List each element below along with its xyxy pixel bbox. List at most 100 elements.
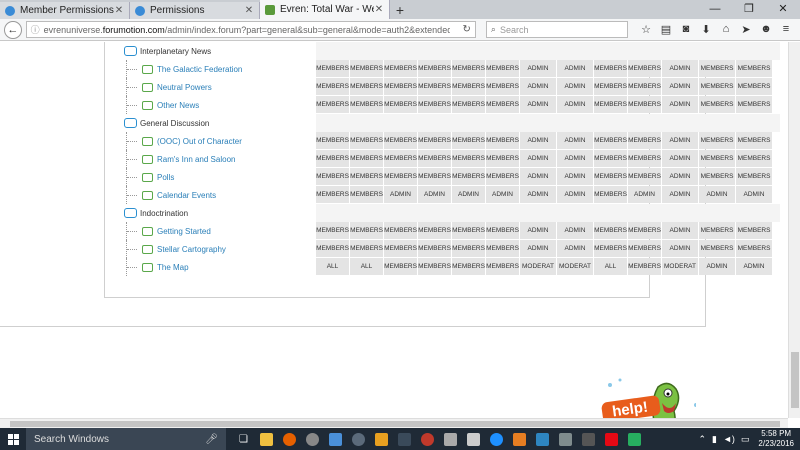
permission-cell[interactable]: MEMBERS	[350, 168, 384, 185]
tab-member-permissions[interactable]: Member Permissions ✕	[0, 2, 130, 19]
forum-link[interactable]: Other News	[157, 101, 317, 110]
permission-cell[interactable]: ADMIN	[628, 186, 662, 203]
filezilla-icon[interactable]	[577, 428, 600, 450]
permission-cell[interactable]: MEMBERS	[418, 168, 452, 185]
permission-cell[interactable]: MEMBERS	[350, 240, 384, 257]
permission-cell[interactable]: ADMIN	[662, 222, 699, 239]
forum-link[interactable]: The Galactic Federation	[157, 65, 317, 74]
vertical-scrollbar[interactable]	[788, 42, 800, 418]
permission-cell[interactable]: MEMBERS	[316, 96, 350, 113]
permission-cell[interactable]: ADMIN	[557, 150, 594, 167]
app-icon[interactable]	[623, 428, 646, 450]
start-button[interactable]	[0, 428, 26, 450]
permission-cell[interactable]: ADMIN	[736, 186, 773, 203]
app-icon[interactable]	[301, 428, 324, 450]
permission-cell[interactable]: MEMBERS	[594, 222, 628, 239]
permission-cell[interactable]: MEMBERS	[699, 132, 736, 149]
permission-cell[interactable]: MEMBERS	[486, 78, 520, 95]
app-icon[interactable]	[439, 428, 462, 450]
app-icon[interactable]	[393, 428, 416, 450]
taskbar-search[interactable]: Search Windows 🎤︎	[26, 428, 226, 450]
permission-cell[interactable]: MEMBERS	[736, 222, 773, 239]
scroll-thumb[interactable]	[791, 352, 799, 408]
permission-cell[interactable]: MEMBERS	[628, 132, 662, 149]
permission-cell[interactable]: MEMBERS	[486, 222, 520, 239]
network-icon[interactable]: ▮	[712, 434, 717, 445]
permission-cell[interactable]: MEMBERS	[628, 60, 662, 77]
permission-cell[interactable]: MEMBERS	[486, 96, 520, 113]
permission-cell[interactable]: MEMBERS	[628, 96, 662, 113]
permission-cell[interactable]: MEMBERS	[628, 222, 662, 239]
permission-cell[interactable]: MEMBERS	[736, 60, 773, 77]
permission-cell[interactable]: MEMBERS	[736, 132, 773, 149]
permission-cell[interactable]: MEMBERS	[384, 96, 418, 113]
permission-cell[interactable]: ADMIN	[557, 168, 594, 185]
help-mascot[interactable]: help!	[596, 377, 698, 418]
permission-cell[interactable]: MEMBERS	[316, 132, 350, 149]
permission-cell[interactable]: MODERAT	[557, 258, 594, 275]
forum-link[interactable]: Getting Started	[157, 227, 317, 236]
maximize-icon[interactable]: ❐	[732, 0, 766, 19]
permission-cell[interactable]: MEMBERS	[452, 96, 486, 113]
app-icon[interactable]	[554, 428, 577, 450]
permission-cell[interactable]: MEMBERS	[486, 132, 520, 149]
permission-cell[interactable]: ADMIN	[557, 186, 594, 203]
permission-cell[interactable]: MEMBERS	[699, 240, 736, 257]
permission-cell[interactable]: MEMBERS	[350, 132, 384, 149]
permission-cell[interactable]: ADMIN	[557, 132, 594, 149]
permission-cell[interactable]: ADMIN	[662, 78, 699, 95]
permission-cell[interactable]: MEMBERS	[384, 78, 418, 95]
permission-cell[interactable]: MEMBERS	[452, 60, 486, 77]
forum-link[interactable]: Ram's Inn and Saloon	[157, 155, 317, 164]
permission-cell[interactable]: MEMBERS	[418, 132, 452, 149]
permission-cell[interactable]: MEMBERS	[384, 222, 418, 239]
app-icon[interactable]	[531, 428, 554, 450]
account-icon[interactable]: ☻	[756, 23, 776, 36]
tray-expand-icon[interactable]: ⌃	[698, 434, 706, 445]
permission-cell[interactable]: MEMBERS	[486, 258, 520, 275]
close-window-icon[interactable]: ✕	[766, 0, 800, 19]
permission-cell[interactable]: ADMIN	[520, 168, 557, 185]
permission-cell[interactable]: MEMBERS	[452, 132, 486, 149]
permission-cell[interactable]: ADMIN	[557, 60, 594, 77]
permission-cell[interactable]: MEMBERS	[594, 240, 628, 257]
permission-cell[interactable]: ADMIN	[520, 240, 557, 257]
permission-cell[interactable]: MEMBERS	[384, 132, 418, 149]
close-tab-icon[interactable]: ✕	[114, 5, 124, 16]
permission-cell[interactable]: ADMIN	[557, 240, 594, 257]
permission-cell[interactable]: ADMIN	[520, 96, 557, 113]
permission-cell[interactable]: MEMBERS	[316, 168, 350, 185]
new-tab-button[interactable]: +	[390, 2, 410, 19]
permission-cell[interactable]: ADMIN	[520, 150, 557, 167]
permission-cell[interactable]: ADMIN	[486, 186, 520, 203]
permission-cell[interactable]: MEMBERS	[316, 186, 350, 203]
permission-cell[interactable]: MEMBERS	[699, 96, 736, 113]
permission-cell[interactable]: MEMBERS	[736, 78, 773, 95]
forum-link[interactable]: The Map	[157, 263, 317, 272]
permission-cell[interactable]: ALL	[594, 258, 628, 275]
permission-cell[interactable]: MEMBERS	[486, 240, 520, 257]
bookmark-star-icon[interactable]: ☆	[636, 23, 656, 36]
tab-evren-total-war[interactable]: Evren: Total War - Welco... ✕	[260, 0, 390, 19]
scroll-thumb[interactable]	[10, 421, 780, 427]
permission-cell[interactable]: ADMIN	[520, 132, 557, 149]
browser-search-box[interactable]: ⌕ Search	[485, 21, 628, 38]
permission-cell[interactable]: ADMIN	[520, 78, 557, 95]
permission-cell[interactable]: MEMBERS	[736, 96, 773, 113]
permission-cell[interactable]: MEMBERS	[628, 258, 662, 275]
permission-cell[interactable]: ADMIN	[662, 96, 699, 113]
steam-icon[interactable]	[347, 428, 370, 450]
file-explorer-icon[interactable]	[255, 428, 278, 450]
permission-cell[interactable]: ALL	[350, 258, 384, 275]
app-icon[interactable]	[462, 428, 485, 450]
permission-cell[interactable]: ALL	[316, 258, 350, 275]
permission-cell[interactable]: MEMBERS	[418, 96, 452, 113]
permission-cell[interactable]: MEMBERS	[736, 168, 773, 185]
microphone-icon[interactable]: 🎤︎	[205, 434, 218, 445]
mail-icon[interactable]	[324, 428, 347, 450]
permission-cell[interactable]: MEMBERS	[486, 168, 520, 185]
permission-cell[interactable]: ADMIN	[662, 240, 699, 257]
forum-link[interactable]: (OOC) Out of Character	[157, 137, 317, 146]
permission-cell[interactable]: ADMIN	[699, 258, 736, 275]
permission-cell[interactable]: MEMBERS	[316, 78, 350, 95]
